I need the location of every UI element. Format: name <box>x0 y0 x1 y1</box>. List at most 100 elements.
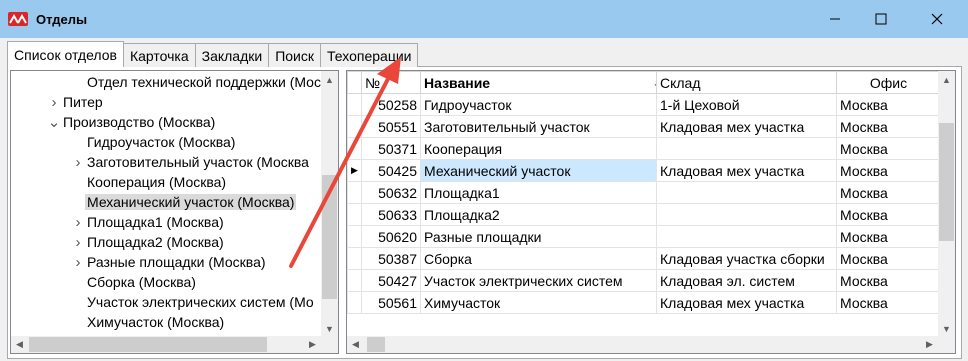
cell-num[interactable]: 50387 <box>361 247 421 270</box>
cell-name[interactable]: Площадка1 <box>420 181 657 204</box>
scroll-left-icon[interactable]: ◀ <box>347 336 364 353</box>
scroll-left-icon[interactable]: ◀ <box>11 336 28 353</box>
tree-item[interactable]: Участок электрических систем (Мо <box>71 292 316 312</box>
table-row[interactable]: 50620 Разные площадки Москва <box>347 225 941 248</box>
tree-vertical-scrollbar[interactable]: ▲ ▼ <box>321 71 338 337</box>
cell-num[interactable]: 50258 <box>361 93 421 116</box>
scroll-down-icon[interactable]: ▼ <box>321 320 338 337</box>
cell-store[interactable] <box>656 181 837 204</box>
tree-item[interactable]: Сборка (Москва) <box>71 272 198 292</box>
tab-departments-list[interactable]: Список отделов <box>7 41 124 67</box>
cell-office[interactable]: Москва <box>836 269 941 292</box>
row-indicator[interactable] <box>347 203 362 226</box>
row-indicator[interactable] <box>347 269 362 292</box>
cell-name[interactable]: Химучасток <box>420 291 657 314</box>
cell-store[interactable]: Кладовая участка сборки <box>656 247 837 270</box>
tree-item[interactable]: Гидроучасток (Москва) <box>71 132 237 152</box>
chevron-right-icon[interactable]: › <box>71 232 85 252</box>
cell-store[interactable]: Кладовая мех участка <box>656 291 837 314</box>
cell-num[interactable]: 50632 <box>361 181 421 204</box>
chevron-right-icon[interactable]: › <box>71 252 85 272</box>
cell-store[interactable]: Кладовая мех участка <box>656 115 837 138</box>
cell-name[interactable]: Заготовительный участок <box>420 115 657 138</box>
tree-hscroll-thumb[interactable] <box>29 337 267 352</box>
cell-num[interactable]: 50620 <box>361 225 421 248</box>
tree-item[interactable]: › Заготовительный участок (Москва <box>71 152 311 172</box>
cell-num[interactable]: 50561 <box>361 291 421 314</box>
tab-tech-operations[interactable]: Техоперации <box>320 43 419 67</box>
column-header-name[interactable]: Название ↓ <box>420 71 657 94</box>
cell-office[interactable]: Москва <box>836 159 941 182</box>
row-indicator[interactable] <box>347 291 362 314</box>
tree-horizontal-scrollbar[interactable]: ◀ ▶ <box>11 336 338 353</box>
tree-item[interactable]: Отдел технической поддержки (Москва <box>71 72 338 92</box>
cell-office[interactable]: Москва <box>836 181 941 204</box>
tab-card[interactable]: Карточка <box>122 43 196 67</box>
row-indicator[interactable] <box>347 115 362 138</box>
scroll-right-icon[interactable]: ▶ <box>304 336 321 353</box>
table-row[interactable]: 50632 Площадка1 Москва <box>347 181 941 204</box>
chevron-down-icon[interactable]: ⌄ <box>47 112 61 132</box>
scroll-up-icon[interactable]: ▲ <box>321 71 338 88</box>
tree-item[interactable]: Механический участок (Москва) <box>71 192 297 212</box>
tree-item[interactable]: Кооперация (Москва) <box>71 172 228 192</box>
scroll-up-icon[interactable]: ▲ <box>938 71 955 88</box>
cell-store[interactable] <box>656 137 837 160</box>
table-row[interactable]: 50633 Площадка2 Москва <box>347 203 941 226</box>
tree-item[interactable]: ⌄ Производство (Москва) <box>47 112 217 132</box>
cell-num[interactable]: 50371 <box>361 137 421 160</box>
row-indicator[interactable] <box>347 93 362 116</box>
chevron-right-icon[interactable]: › <box>47 92 61 112</box>
tab-bookmarks[interactable]: Закладки <box>194 43 270 67</box>
cell-office[interactable]: Москва <box>836 291 941 314</box>
column-header-store[interactable]: Склад <box>656 71 837 94</box>
row-indicator[interactable] <box>347 137 362 160</box>
table-row[interactable]: 50387 Сборка Кладовая участка сборки Москва <box>347 247 941 270</box>
maximize-button[interactable] <box>858 0 904 38</box>
department-tree[interactable]: Отдел технической поддержки (Москва › Пите… <box>10 70 339 354</box>
table-row[interactable]: 50427 Участок электрических систем Кладова… <box>347 269 941 292</box>
cell-name[interactable]: Механический участок <box>420 159 657 182</box>
cell-office[interactable]: Москва <box>836 247 941 270</box>
column-header-office[interactable]: Офис <box>836 71 941 94</box>
grid-hscroll-thumb[interactable] <box>367 337 385 352</box>
department-grid[interactable]: № Название ↓ Склад Офис 50258Гидроучасто… <box>346 70 956 354</box>
column-header-num[interactable]: № <box>361 71 421 94</box>
table-row[interactable]: 50371 Кооперация Москва <box>347 137 941 160</box>
cell-num[interactable]: 50425 <box>361 159 421 182</box>
row-indicator[interactable] <box>347 247 362 270</box>
cell-store[interactable] <box>656 203 837 226</box>
current-row-indicator-icon[interactable]: ▶ <box>347 159 362 182</box>
chevron-right-icon[interactable]: › <box>71 152 85 172</box>
tree-item[interactable]: › Площадка2 (Москва) <box>71 232 226 252</box>
tree-item[interactable]: › Питер <box>47 92 105 112</box>
cell-store[interactable]: Кладовая мех участка <box>656 159 837 182</box>
tree-item[interactable]: Химучасток (Москва) <box>71 312 226 332</box>
grid-vertical-scrollbar[interactable]: ▲ ▼ <box>938 71 955 337</box>
minimize-button[interactable] <box>812 0 858 38</box>
cell-store[interactable] <box>656 225 837 248</box>
table-row[interactable]: 50258 Гидроучасток 1-й Цеховой Москва <box>347 93 941 116</box>
tree-item[interactable]: › Площадка1 (Москва) <box>71 212 226 232</box>
cell-name[interactable]: Разные площадки <box>420 225 657 248</box>
scroll-right-icon[interactable]: ▶ <box>921 336 938 353</box>
table-row[interactable]: 50561 Химучасток Кладовая мех участка Москв… <box>347 291 941 314</box>
row-indicator[interactable] <box>347 181 362 204</box>
tree-vscroll-thumb[interactable] <box>322 175 337 299</box>
cell-office[interactable]: Москва <box>836 93 941 116</box>
cell-name[interactable]: Площадка2 <box>420 203 657 226</box>
grid-horizontal-scrollbar[interactable]: ◀ ▶ <box>347 336 938 353</box>
cell-office[interactable]: Москва <box>836 137 941 160</box>
cell-name[interactable]: Кооперация <box>420 137 657 160</box>
scroll-down-icon[interactable]: ▼ <box>938 320 955 337</box>
cell-store[interactable]: Кладовая эл. систем <box>656 269 837 292</box>
cell-num[interactable]: 50427 <box>361 269 421 292</box>
close-button[interactable] <box>914 0 960 38</box>
chevron-right-icon[interactable]: › <box>71 212 85 232</box>
tree-item[interactable]: › Разные площадки (Москва) <box>71 252 268 272</box>
cell-name[interactable]: Гидроучасток <box>420 93 657 116</box>
cell-office[interactable]: Москва <box>836 203 941 226</box>
table-row[interactable]: ▶ 50425 Механический участок Кладовая мех у… <box>347 159 941 182</box>
cell-store[interactable]: 1-й Цеховой <box>656 93 837 116</box>
cell-name[interactable]: Сборка <box>420 247 657 270</box>
